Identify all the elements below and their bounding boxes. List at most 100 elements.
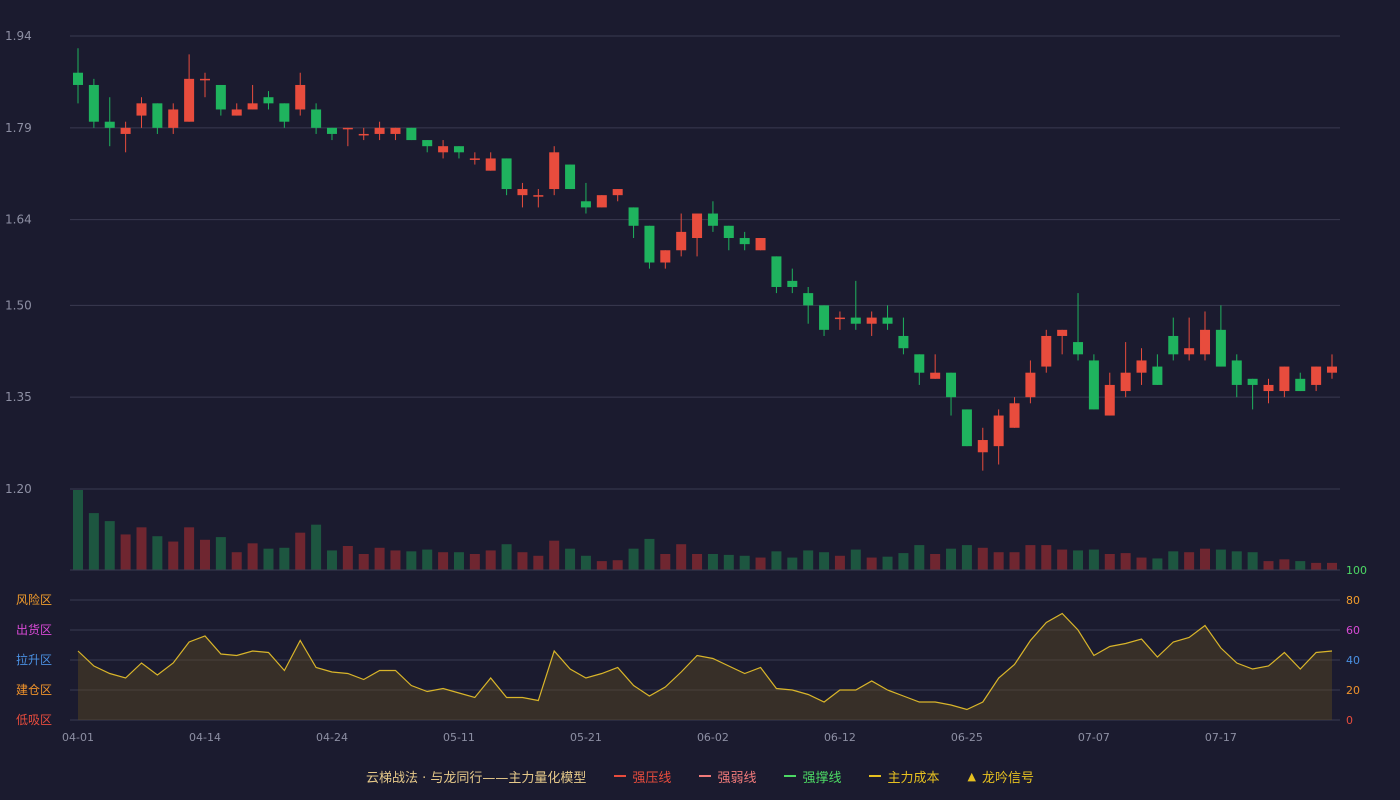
volume-bar bbox=[565, 548, 576, 570]
volume-bar bbox=[787, 557, 798, 570]
candle-body bbox=[850, 317, 861, 324]
candle-body bbox=[1009, 403, 1020, 428]
legend-label: 龙吟信号 bbox=[981, 770, 1034, 786]
volume-bar bbox=[422, 549, 433, 570]
volume-bar bbox=[1311, 562, 1322, 570]
volume-bar bbox=[946, 548, 957, 570]
solid-line-icon bbox=[614, 775, 627, 777]
volume-bar bbox=[517, 552, 528, 570]
legend-item-strong-weak[interactable]: 强弱线 bbox=[699, 767, 756, 786]
volume-bar bbox=[1073, 550, 1084, 570]
legend-item-main-cost[interactable]: 主力成本 bbox=[869, 767, 939, 786]
volume-bar bbox=[136, 527, 147, 570]
candle-body bbox=[692, 213, 703, 239]
candle-body bbox=[739, 238, 750, 245]
volume-bar bbox=[311, 524, 322, 570]
volume-bar bbox=[326, 550, 337, 570]
candle-body bbox=[676, 231, 687, 251]
legend-item-strong-pressure[interactable]: 强压线 bbox=[614, 767, 671, 786]
candle-body bbox=[755, 238, 766, 251]
candle-body bbox=[549, 152, 560, 190]
volume-bar bbox=[1025, 545, 1036, 570]
candle-body bbox=[1327, 366, 1337, 373]
volume-bar bbox=[374, 547, 385, 570]
volume-bar bbox=[803, 550, 814, 570]
volume-bar bbox=[469, 554, 480, 570]
candle-body bbox=[882, 317, 893, 324]
legend-label: 强弱线 bbox=[717, 770, 757, 786]
date-tick-label: 04-14 bbox=[189, 731, 221, 744]
candle-body bbox=[914, 354, 925, 373]
candle-body bbox=[1152, 366, 1163, 385]
volume-bar bbox=[1263, 561, 1274, 570]
candle-body bbox=[1104, 384, 1115, 416]
volume-bar bbox=[644, 538, 655, 570]
candle-body bbox=[723, 225, 734, 239]
price-tick-label: 1.79 bbox=[5, 121, 32, 135]
candle-body bbox=[771, 256, 782, 287]
volume-bar bbox=[660, 554, 671, 570]
legend-item-strong-support[interactable]: 强撑线 bbox=[784, 767, 841, 786]
volume-bar bbox=[73, 490, 83, 570]
price-tick-label: 1.50 bbox=[5, 298, 32, 312]
candle-body bbox=[660, 250, 671, 263]
date-tick-label: 05-11 bbox=[443, 731, 475, 744]
candle-body bbox=[342, 127, 353, 130]
dashed-line-icon bbox=[869, 775, 882, 777]
candle-body bbox=[231, 109, 242, 116]
candle-body bbox=[565, 164, 576, 190]
candle-body bbox=[501, 158, 512, 190]
candle-body bbox=[961, 409, 972, 447]
volume-bar bbox=[755, 557, 766, 570]
date-tick-label: 04-01 bbox=[62, 731, 94, 744]
price-tick-label: 1.35 bbox=[5, 390, 32, 404]
volume-bar bbox=[580, 555, 591, 570]
legend-label: 强撑线 bbox=[802, 770, 842, 786]
candle-body bbox=[1057, 329, 1068, 336]
volume-bar bbox=[1136, 557, 1147, 570]
volume-bar bbox=[342, 546, 353, 570]
zone-label: 出货区 bbox=[16, 622, 52, 637]
candle-body bbox=[247, 103, 258, 110]
candle-body bbox=[279, 103, 290, 122]
legend-item-dragon-signal[interactable]: ▲ 龙吟信号 bbox=[967, 767, 1033, 786]
volume-bar bbox=[612, 560, 623, 570]
volume-bar bbox=[88, 513, 99, 570]
stock-chart: 1.20 1.35 1.50 1.64 1.79 1.94 风险区出货区拉升区建仓区低吸区… bbox=[5, 29, 1367, 744]
volume-bar bbox=[1231, 551, 1242, 570]
candle-body bbox=[1215, 329, 1226, 367]
candle-body bbox=[485, 158, 496, 171]
candle-body bbox=[374, 127, 385, 134]
price-tick-label: 1.64 bbox=[5, 213, 32, 227]
volume-bar bbox=[1279, 559, 1290, 570]
candle-body bbox=[1073, 342, 1084, 355]
candle-body bbox=[946, 372, 957, 398]
volume-bar bbox=[231, 552, 242, 570]
candle-body bbox=[136, 103, 147, 116]
volume-bar bbox=[263, 548, 274, 570]
volume-bar bbox=[993, 552, 1004, 570]
volume-bar bbox=[453, 552, 464, 570]
volume-bar bbox=[1057, 549, 1068, 570]
date-tick-label: 05-21 bbox=[570, 731, 602, 744]
candle-body bbox=[422, 140, 433, 147]
volume-bar bbox=[1041, 545, 1052, 570]
candle-body bbox=[104, 121, 115, 128]
legend-title: 云梯战法 · 与龙同行——主力量化模型 bbox=[366, 770, 587, 786]
candle-body bbox=[184, 78, 195, 122]
candle-body bbox=[977, 440, 988, 453]
volume-bar bbox=[295, 532, 306, 570]
candle-body bbox=[311, 109, 322, 128]
candle-body bbox=[1168, 335, 1179, 355]
zone-label: 低吸区 bbox=[16, 713, 52, 727]
candle-body bbox=[580, 201, 591, 208]
candle-body bbox=[1247, 378, 1258, 385]
volume-bar bbox=[199, 539, 210, 570]
candle-body bbox=[469, 158, 480, 160]
date-tick-label: 06-02 bbox=[697, 731, 729, 744]
candle-body bbox=[1120, 372, 1131, 392]
volume-bar bbox=[707, 554, 718, 570]
candle-body bbox=[612, 189, 623, 196]
zone-tick-label: 0 bbox=[1346, 714, 1353, 727]
volume-bar bbox=[1120, 553, 1131, 570]
